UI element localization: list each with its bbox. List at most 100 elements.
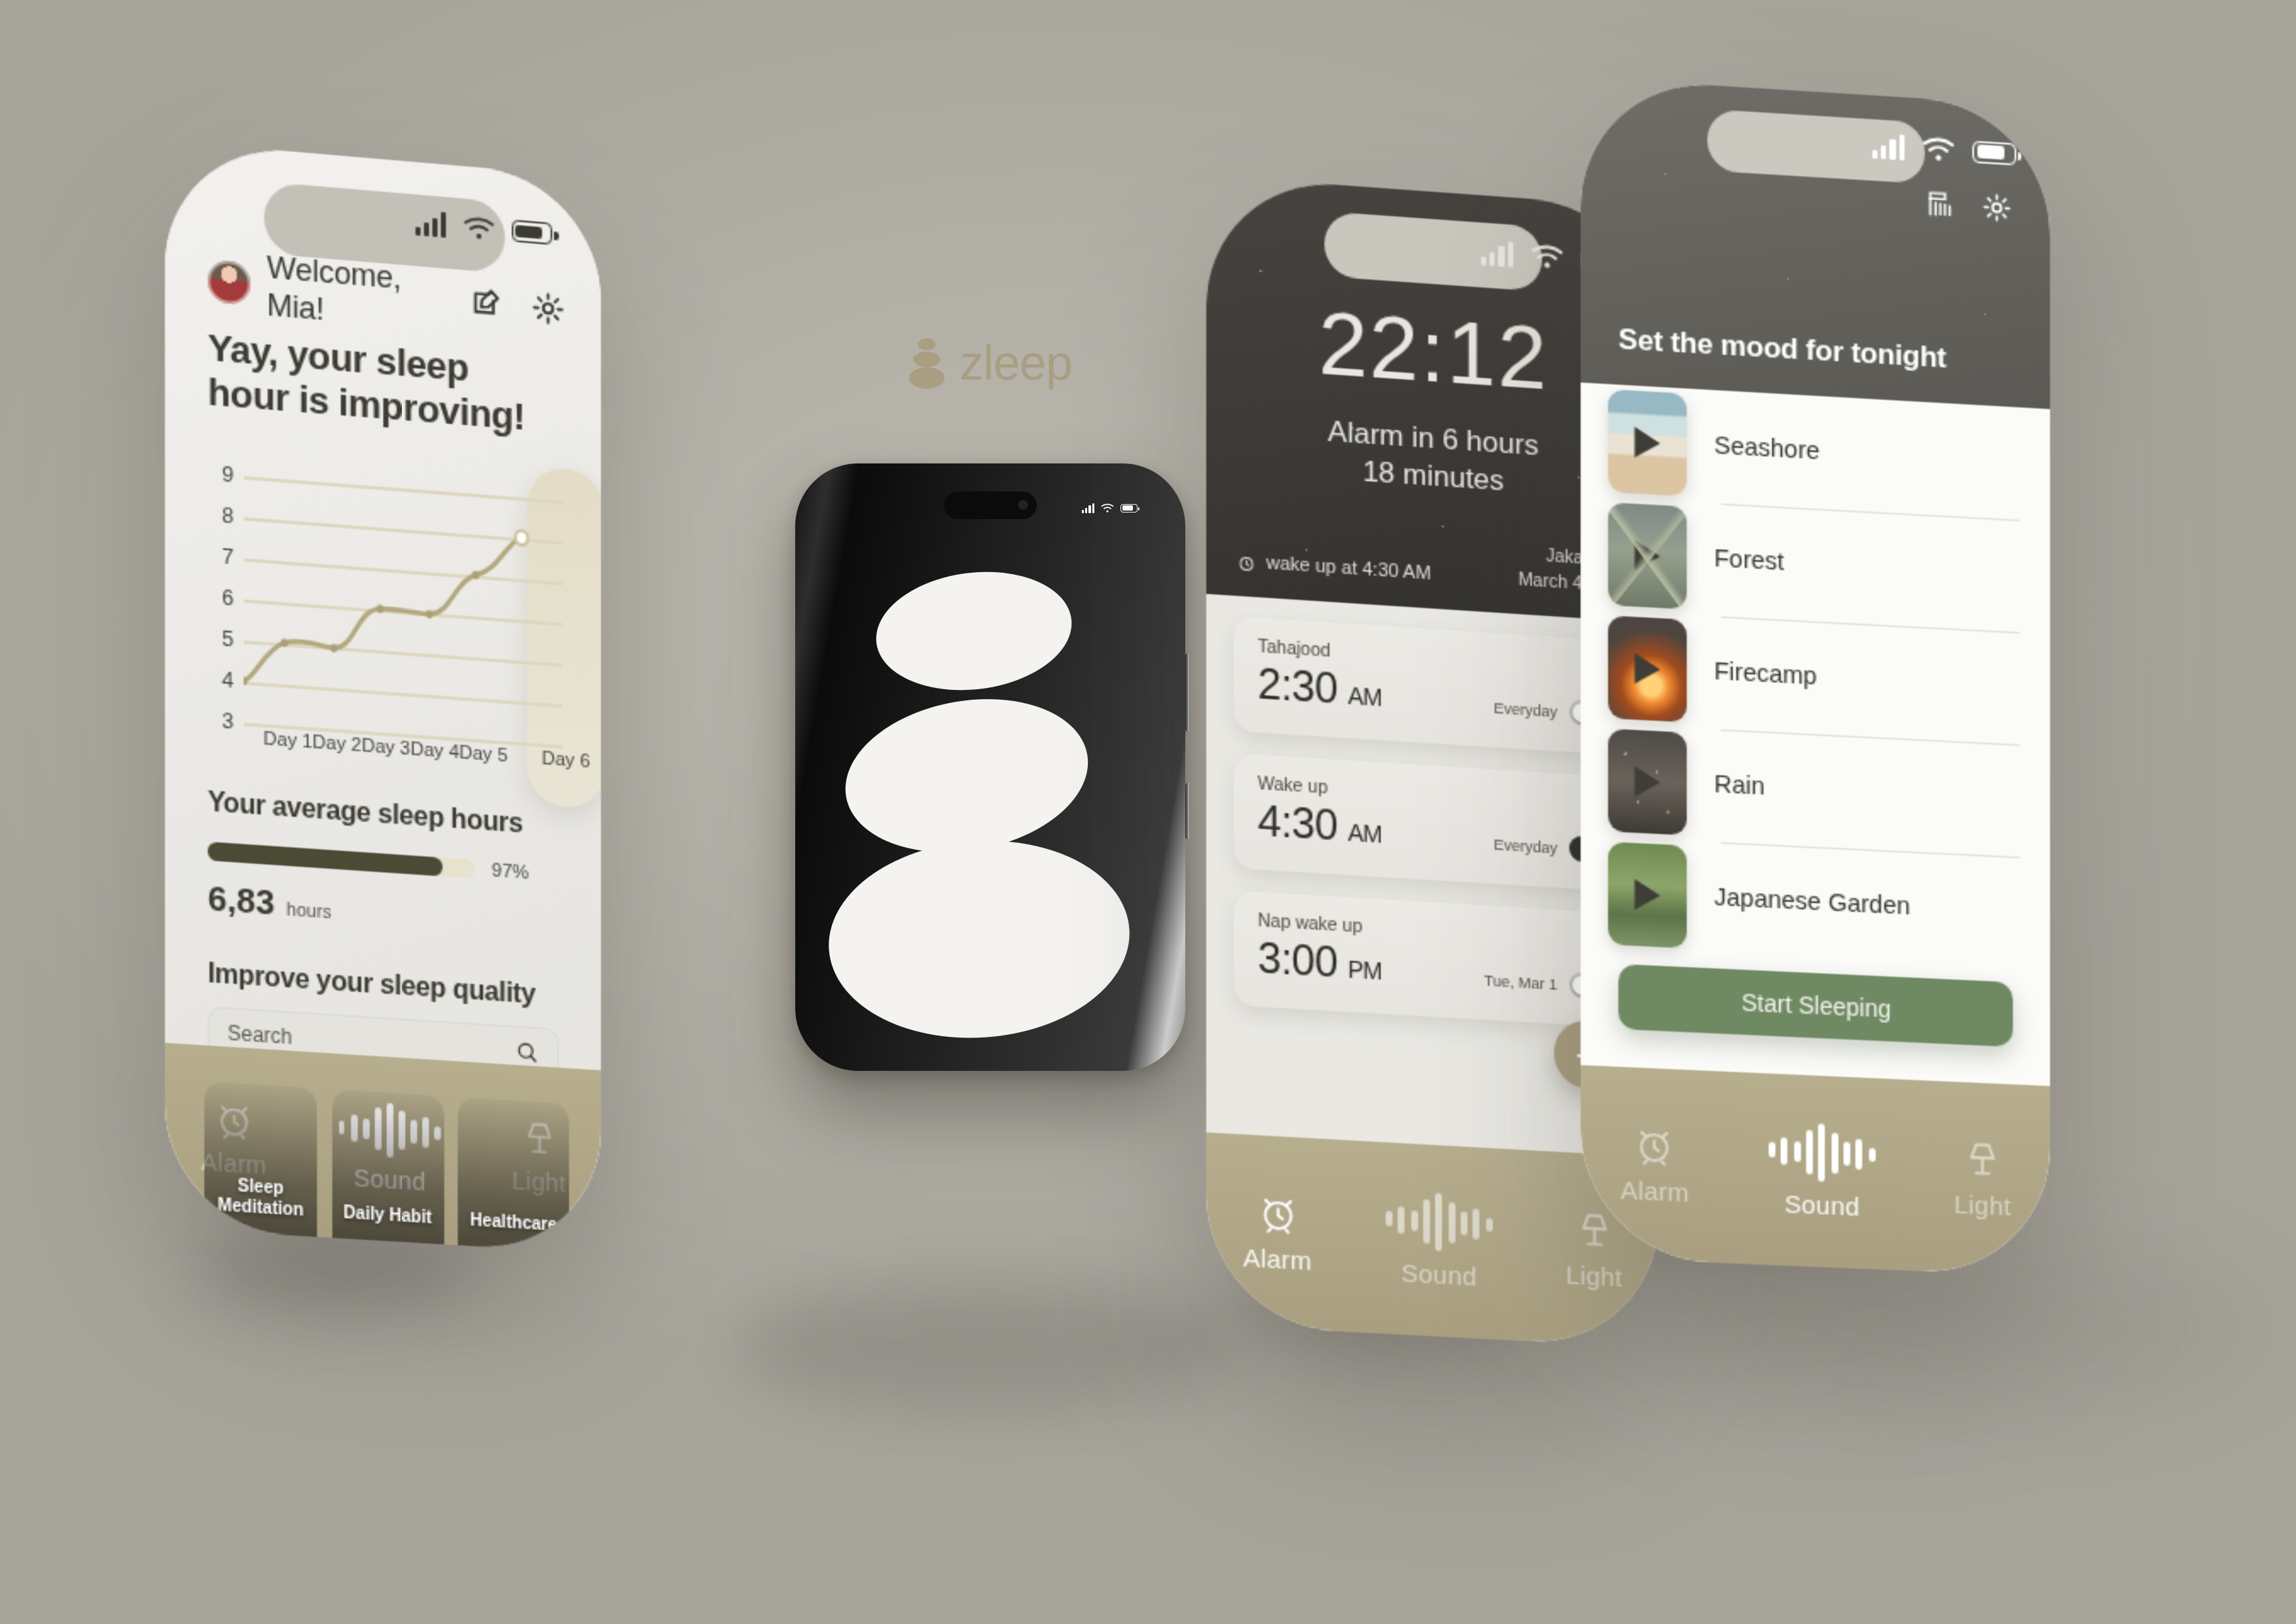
quality-card-healthcare[interactable]: Healthcare xyxy=(457,1097,569,1254)
forest-photo[interactable] xyxy=(1607,502,1687,609)
chart-ytick: 3 xyxy=(221,709,234,734)
play-icon[interactable] xyxy=(1634,426,1660,460)
alarm-clock-icon xyxy=(1255,1189,1300,1236)
improve-quality-title: Improve your sleep quality xyxy=(207,960,535,1011)
gear-icon[interactable] xyxy=(1981,190,2013,225)
tab-label: Sound xyxy=(1784,1189,1860,1222)
wifi-icon xyxy=(1920,129,1957,161)
alarm-repeat: Tue, Mar 1 xyxy=(1484,971,1558,993)
sound-label: Forest xyxy=(1713,545,1784,577)
average-hours-value: 6,83 xyxy=(207,881,275,924)
wifi-icon xyxy=(1528,236,1566,268)
sound-label: Firecamp xyxy=(1713,659,1818,692)
mockup-scene: Welcome, Mia! Yay, your sleep hour is im… xyxy=(0,0,2296,1624)
seashore-photo[interactable] xyxy=(1607,389,1687,497)
sound-label: Rain xyxy=(1713,771,1765,802)
app-logo: zleep xyxy=(806,338,1174,389)
avatar[interactable] xyxy=(207,259,250,306)
sound-label: Seashore xyxy=(1713,433,1820,467)
tab-light[interactable]: Light xyxy=(1954,1136,2011,1221)
card-title: Healthcare xyxy=(469,1211,557,1236)
sound-label: Japanese Garden xyxy=(1713,884,1910,922)
play-icon[interactable] xyxy=(1634,766,1660,799)
play-icon[interactable] xyxy=(1634,539,1660,572)
chart-xtick: Day 6 xyxy=(541,749,590,774)
tab-alarm[interactable]: Alarm xyxy=(1243,1189,1312,1276)
chart-ytick: 9 xyxy=(221,462,234,488)
quality-card-habit[interactable]: Daily Habit xyxy=(331,1089,444,1254)
card-title: Sleep Meditation xyxy=(217,1177,304,1221)
chart-ytick: 5 xyxy=(221,626,234,652)
shadow-phone2 xyxy=(740,1283,1237,1407)
tab-label: Light xyxy=(1566,1260,1623,1293)
rain-photo[interactable] xyxy=(1607,729,1687,836)
signal-icon xyxy=(1480,239,1514,267)
phone-dashboard: Welcome, Mia! Yay, your sleep hour is im… xyxy=(164,141,601,1254)
alarm-clock-icon xyxy=(1632,1121,1677,1168)
dynamic-island xyxy=(944,492,1037,519)
tab-label: Sound xyxy=(1401,1258,1477,1292)
sound-row-rain[interactable]: Rain xyxy=(1581,722,2050,858)
edit-icon[interactable] xyxy=(469,284,504,323)
firecamp-photo[interactable] xyxy=(1607,615,1687,723)
japanese-garden-photo[interactable] xyxy=(1607,841,1687,948)
volume-button[interactable] xyxy=(1185,783,1190,839)
tab-alarm[interactable]: Alarm xyxy=(1621,1121,1689,1208)
start-sleeping-button[interactable]: Start Sleeping xyxy=(1618,964,2013,1047)
sound-row-japanese-garden[interactable]: Japanese Garden xyxy=(1581,835,2050,970)
sounds-hero: Set the mood for tonight xyxy=(1581,77,2051,409)
chart-xtick: Day 5 xyxy=(458,743,508,768)
status-bar xyxy=(1081,501,1140,515)
battery-icon xyxy=(511,220,553,245)
alarm-row[interactable]: Nap wake up 3:00 PM Tue, Mar 1 xyxy=(1233,890,1636,1029)
alarm-meridiem: AM xyxy=(1348,818,1382,848)
alarm-row[interactable]: Wake up 4:30 AM Everyday xyxy=(1233,753,1636,893)
search-icon[interactable] xyxy=(516,1039,540,1066)
gear-icon[interactable] xyxy=(530,289,565,328)
alarm-clock-icon xyxy=(1237,552,1256,573)
play-icon[interactable] xyxy=(1634,878,1660,911)
greeting-text: Welcome, Mia! xyxy=(266,247,401,327)
chart-line xyxy=(243,463,529,764)
pebble-top xyxy=(869,561,1079,701)
alarm-repeat: Everyday xyxy=(1494,835,1558,856)
lamp-icon xyxy=(1960,1136,2004,1182)
power-button[interactable] xyxy=(1185,653,1190,732)
alarm-meridiem: AM xyxy=(1348,681,1382,712)
tab-sound[interactable]: Sound xyxy=(1385,1189,1493,1293)
card-title: Daily Habit xyxy=(343,1204,432,1229)
alarm-row[interactable]: Tahajood 2:30 AM Everyday xyxy=(1233,616,1636,757)
sleep-hours-chart: 9 8 7 6 5 4 3 Day 1 Day 2 Day 3 Day 4 Da… xyxy=(204,460,601,810)
phone-splash: zleep xyxy=(795,338,1190,1071)
average-sleep-progress[interactable] xyxy=(207,841,475,878)
tab-label: Light xyxy=(1954,1189,2011,1221)
quality-card-meditation[interactable]: Sleep Meditation xyxy=(204,1081,317,1254)
average-sleep-title: Your average sleep hours xyxy=(207,789,522,840)
tab-label: Alarm xyxy=(1243,1243,1312,1276)
alarm-list: Tahajood 2:30 AM Everyday Wake up 4:30 AM xyxy=(1233,616,1636,1051)
progress-percent-label: 97% xyxy=(491,861,529,884)
chart-ytick: 8 xyxy=(221,503,234,529)
pebble-bottom xyxy=(822,831,1136,1048)
signal-icon xyxy=(1081,503,1094,513)
tab-label: Alarm xyxy=(1620,1176,1689,1208)
search-placeholder: Search xyxy=(226,1021,293,1050)
alarm-meridiem: PM xyxy=(1348,955,1382,985)
alarm-repeat: Everyday xyxy=(1494,698,1558,720)
sound-wave-icon xyxy=(1385,1189,1493,1254)
chart-xtick: Day 3 xyxy=(361,736,410,761)
library-icon[interactable] xyxy=(1925,187,1957,221)
battery-icon xyxy=(1972,139,2017,165)
chart-ytick: 7 xyxy=(221,545,234,570)
wifi-icon xyxy=(1101,503,1114,513)
bottom-tabbar: Alarm Sound Light xyxy=(1581,1065,2051,1277)
sound-list: Seashore Forest Firecamp Rain Japanese G… xyxy=(1581,382,2051,1087)
chart-xtick: Day 2 xyxy=(312,733,361,757)
play-icon[interactable] xyxy=(1634,653,1660,685)
battery-icon xyxy=(1121,503,1140,513)
sound-wave-icon xyxy=(1768,1121,1876,1183)
average-hours-unit: hours xyxy=(286,899,331,924)
phone-sounds: Set the mood for tonight Seashore Forest… xyxy=(1581,77,2051,1277)
signal-icon xyxy=(414,210,446,238)
tab-sound[interactable]: Sound xyxy=(1768,1121,1876,1223)
